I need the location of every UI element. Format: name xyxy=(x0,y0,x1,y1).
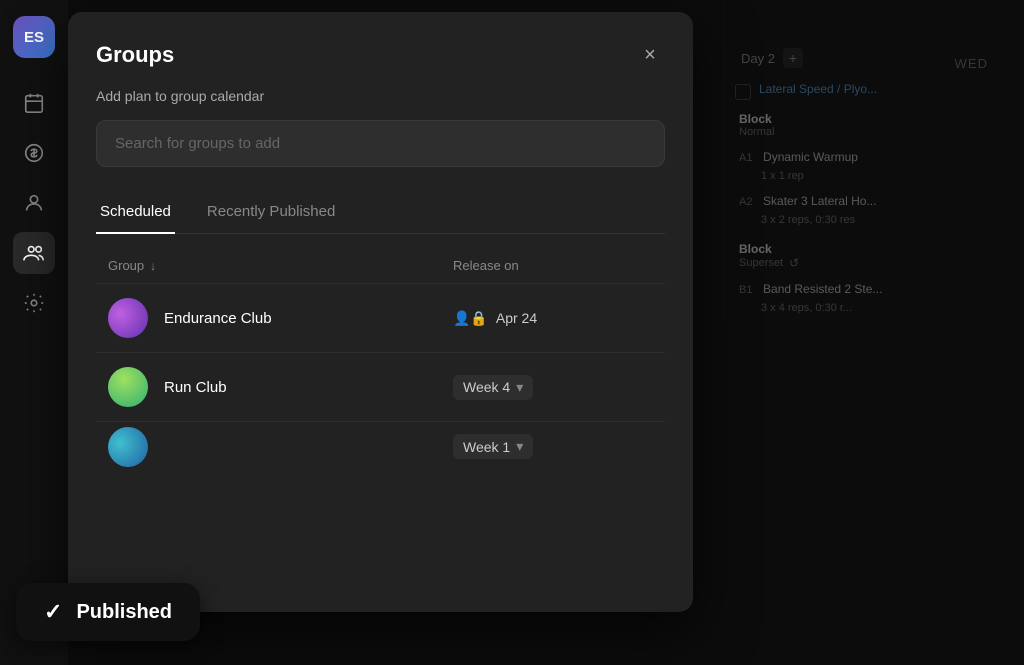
search-input[interactable] xyxy=(96,120,665,167)
tab-scheduled[interactable]: Scheduled xyxy=(96,191,175,234)
third-club-release-dropdown[interactable]: Week 1 ▾ xyxy=(453,434,533,459)
sidebar-item-groups[interactable] xyxy=(13,232,55,274)
third-club-release: Week 1 ▾ xyxy=(453,434,653,459)
group-row-run: Run Club Week 4 ▾ xyxy=(96,352,665,421)
run-club-release-dropdown[interactable]: Week 4 ▾ xyxy=(453,375,533,400)
groups-modal: Groups × Add plan to group calendar Sche… xyxy=(68,12,693,612)
toast-check-icon: ✓ xyxy=(44,599,62,625)
modal-header: Groups × xyxy=(96,40,665,70)
run-club-avatar xyxy=(108,367,148,407)
release-person-lock-icon: 👤🔒 xyxy=(453,310,488,327)
endurance-club-release: 👤🔒 Apr 24 xyxy=(453,310,653,327)
tabs-bar: Scheduled Recently Published xyxy=(96,191,665,234)
col-group-header[interactable]: Group ↓ xyxy=(108,258,453,273)
published-toast: ✓ Published xyxy=(16,583,200,641)
third-club-release-value: Week 1 xyxy=(463,439,510,455)
col-group-label: Group xyxy=(108,258,144,273)
group-row-endurance: Endurance Club 👤🔒 Apr 24 xyxy=(96,283,665,352)
endurance-club-avatar xyxy=(108,298,148,338)
run-club-release: Week 4 ▾ xyxy=(453,375,653,400)
sidebar-item-settings[interactable] xyxy=(13,282,55,324)
run-club-name: Run Club xyxy=(164,379,453,396)
run-club-chevron-icon: ▾ xyxy=(516,379,523,396)
sidebar: ES xyxy=(0,0,68,665)
modal-close-button[interactable]: × xyxy=(635,40,665,70)
endurance-club-release-date: Apr 24 xyxy=(496,310,537,326)
toast-label: Published xyxy=(76,601,172,624)
search-input-wrap xyxy=(96,120,665,167)
col-release-header: Release on xyxy=(453,258,653,273)
modal-subtitle: Add plan to group calendar xyxy=(96,88,665,104)
tab-recently-published[interactable]: Recently Published xyxy=(203,191,339,234)
modal-title: Groups xyxy=(96,42,174,68)
col-release-label: Release on xyxy=(453,258,519,273)
sidebar-item-calendar[interactable] xyxy=(13,82,55,124)
third-club-avatar xyxy=(108,427,148,467)
user-avatar[interactable]: ES xyxy=(13,16,55,58)
run-club-release-value: Week 4 xyxy=(463,379,510,395)
group-row-third: Week 1 ▾ xyxy=(96,421,665,471)
sidebar-item-dollar[interactable] xyxy=(13,132,55,174)
table-header: Group ↓ Release on xyxy=(96,258,665,283)
sort-icon: ↓ xyxy=(150,259,156,273)
endurance-club-name: Endurance Club xyxy=(164,310,453,327)
third-club-chevron-icon: ▾ xyxy=(516,438,523,455)
sidebar-item-person[interactable] xyxy=(13,182,55,224)
